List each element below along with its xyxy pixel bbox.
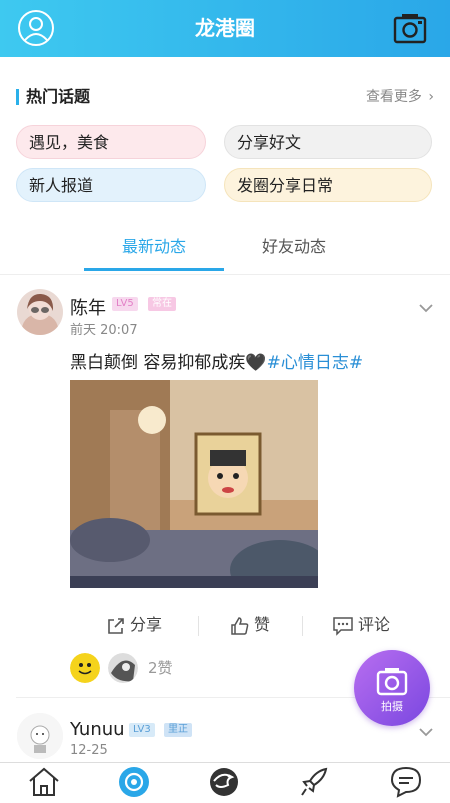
- topic-label: 分享好文: [237, 133, 302, 152]
- app-header: 龙港圈: [0, 0, 450, 57]
- post-text: 黑白颠倒 容易抑郁成疾🖤#心情日志#: [70, 348, 363, 373]
- post-image: [70, 380, 318, 588]
- nav-home[interactable]: [24, 765, 64, 799]
- dragon-icon: [210, 768, 238, 796]
- post-username[interactable]: Yunuu: [70, 719, 125, 740]
- nav-circle[interactable]: [114, 765, 154, 799]
- tab-friends[interactable]: 好友动态: [224, 228, 364, 272]
- divider: [302, 616, 303, 636]
- nav-messages[interactable]: [386, 765, 426, 799]
- level-badge: LV5: [112, 297, 138, 311]
- rocket-icon: [301, 767, 328, 796]
- comment-icon: [333, 616, 353, 636]
- fab-label: 拍摄: [381, 700, 403, 713]
- message-icon: [390, 766, 422, 798]
- comment-button[interactable]: 评论: [332, 612, 390, 638]
- chevron-down-icon[interactable]: [419, 727, 433, 737]
- circle-icon: [119, 767, 149, 797]
- page-title: 龙港圈: [195, 16, 255, 40]
- camera-icon: [393, 14, 427, 44]
- topic-chip[interactable]: 发圈分享日常: [224, 168, 432, 202]
- feed-tabs: 最新动态 好友动态: [0, 228, 450, 275]
- capture-fab[interactable]: 拍摄: [354, 650, 430, 726]
- like-button[interactable]: 赞: [230, 612, 270, 638]
- comment-label: 评论: [358, 615, 391, 634]
- topic-chip[interactable]: 新人报道: [16, 168, 206, 202]
- avatar[interactable]: [17, 713, 63, 759]
- tab-label: 好友动态: [261, 237, 326, 256]
- tab-latest[interactable]: 最新动态: [84, 228, 224, 272]
- avatar-image: [17, 713, 63, 759]
- bottom-nav: [0, 762, 450, 801]
- topic-label: 发圈分享日常: [237, 176, 334, 195]
- section-accent-bar: [16, 89, 19, 105]
- avatar[interactable]: [17, 289, 63, 335]
- see-more-link[interactable]: 查看更多 ›: [366, 86, 434, 108]
- status-badge: 里正: [164, 723, 192, 737]
- topic-chip[interactable]: 遇见，美食: [16, 125, 206, 159]
- hot-topics-title: 热门话题: [26, 87, 91, 106]
- thumbs-up-icon: [231, 616, 249, 635]
- likes-count: 2赞: [148, 659, 173, 677]
- topic-chip[interactable]: 分享好文: [224, 125, 432, 159]
- home-icon: [29, 767, 59, 796]
- share-label: 分享: [130, 615, 163, 634]
- tab-label: 最新动态: [121, 237, 186, 256]
- see-more-label: 查看更多: [365, 89, 422, 105]
- camera-button[interactable]: [392, 9, 430, 47]
- liker-avatar[interactable]: [70, 653, 100, 683]
- post-time: 前天 20:07: [70, 323, 138, 338]
- hot-topics-header: 热门话题 查看更多 ›: [16, 86, 436, 108]
- nav-dragon[interactable]: [204, 765, 244, 799]
- chevron-right-icon: ›: [428, 89, 434, 105]
- chevron-down-icon[interactable]: [419, 303, 433, 313]
- status-badge: 常在: [148, 297, 176, 311]
- topic-label: 新人报道: [29, 176, 94, 195]
- nav-rocket[interactable]: [296, 765, 336, 799]
- liker-avatar[interactable]: [108, 653, 138, 683]
- post-body: 黑白颠倒 容易抑郁成疾🖤: [70, 353, 267, 373]
- post-photo[interactable]: [70, 380, 318, 588]
- level-badge: LV3: [129, 723, 155, 737]
- post-hashtag[interactable]: #心情日志#: [267, 353, 364, 373]
- topic-label: 遇见，美食: [29, 133, 110, 152]
- share-button[interactable]: 分享: [106, 612, 162, 638]
- like-label: 赞: [254, 615, 271, 634]
- post-time: 12-25: [70, 743, 108, 758]
- avatar-image: [17, 289, 63, 335]
- share-icon: [108, 617, 124, 634]
- divider: [198, 616, 199, 636]
- post-username[interactable]: 陈年: [70, 294, 106, 320]
